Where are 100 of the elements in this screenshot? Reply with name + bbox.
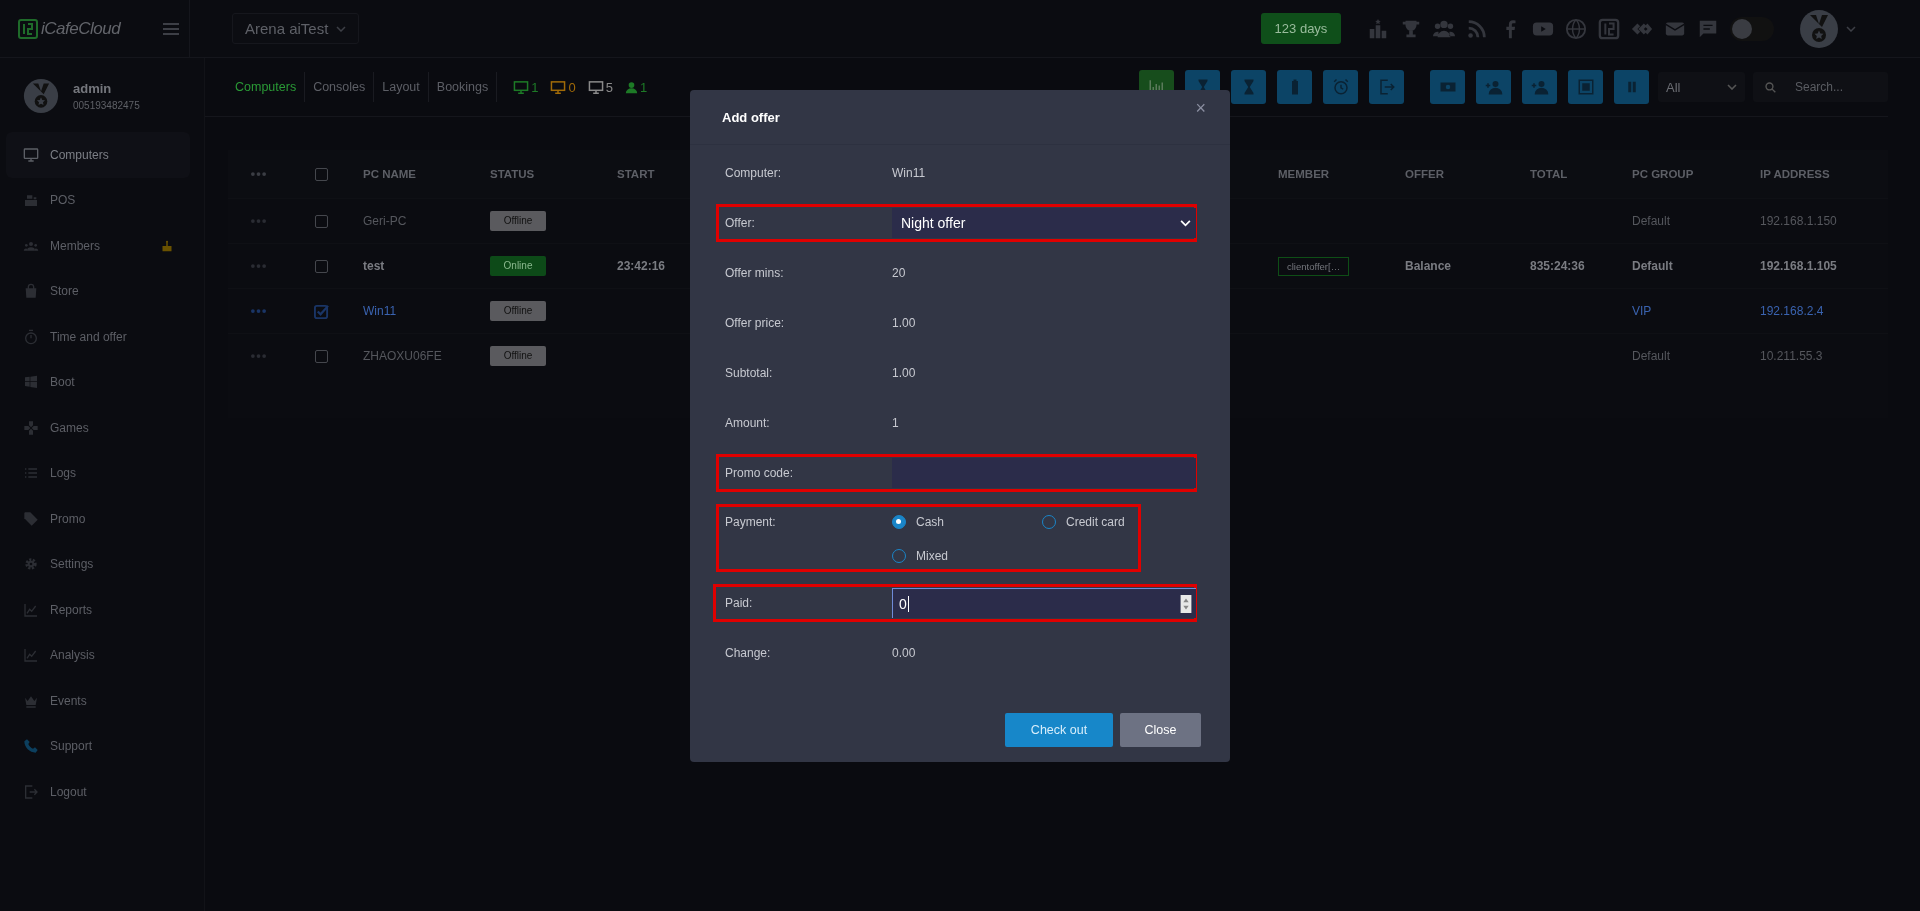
menu-icon[interactable]	[163, 22, 180, 35]
sidebar-item[interactable]: Computers	[6, 132, 190, 178]
sidebar-item[interactable]: Support	[6, 723, 190, 769]
money-icon[interactable]	[1430, 70, 1465, 104]
brand-name: iCafeCloud	[41, 18, 121, 39]
exit-icon[interactable]	[1369, 70, 1404, 104]
sidebar-label: Store	[50, 284, 80, 299]
sidebar-label: Support	[50, 739, 94, 754]
add-user-icon[interactable]	[1522, 70, 1557, 104]
more-icon[interactable]	[250, 354, 266, 358]
sidebar-label: Boot	[50, 375, 76, 390]
sidebar-label: Settings	[50, 557, 95, 572]
avatar-medal-icon[interactable]	[1799, 8, 1839, 49]
more-icon[interactable]	[250, 172, 266, 176]
logo-icon	[18, 18, 38, 39]
shopping-bag-icon	[23, 283, 39, 300]
arena-dropdown[interactable]: Arena aiTest	[232, 13, 360, 44]
status-badge: Offline	[490, 346, 546, 366]
sidebar-label: Logs	[50, 466, 78, 481]
pc-name[interactable]: ZHAOXU06FE	[363, 349, 490, 363]
tab[interactable]: Consoles	[305, 72, 375, 102]
member-tag[interactable]: clientoffer[…	[1278, 256, 1350, 276]
sidebar-item[interactable]: Boot	[6, 359, 190, 405]
alarm-icon[interactable]	[1323, 70, 1358, 104]
sidebar-item[interactable]: Members	[6, 223, 190, 269]
checkbox[interactable]	[315, 259, 328, 273]
sidebar-item[interactable]: Reports	[6, 587, 190, 633]
pc-group: VIP	[1632, 304, 1760, 318]
select-all-checkbox[interactable]	[315, 167, 328, 181]
column-header: START	[617, 168, 656, 180]
status-badge: Offline	[490, 301, 546, 321]
pc-name[interactable]: test	[363, 259, 490, 273]
close-button[interactable]: ×	[1195, 97, 1206, 119]
theme-toggle[interactable]	[1730, 16, 1774, 41]
pc-name[interactable]: Geri-PC	[363, 214, 490, 228]
sidebar-item[interactable]: Analysis	[6, 632, 190, 678]
pc-count: 0	[550, 79, 576, 95]
total-time: 835:24:36	[1530, 259, 1585, 273]
caret-icon[interactable]	[1846, 25, 1856, 32]
caret-icon	[336, 25, 347, 32]
offer-select[interactable]: Night offer	[892, 208, 1196, 238]
spinner-icon[interactable]	[1180, 594, 1192, 613]
payment-radio[interactable]: Credit card	[1042, 515, 1142, 529]
line-chart-icon	[23, 647, 39, 664]
payment-radio[interactable]: Mixed	[892, 549, 1042, 563]
square-logo-icon[interactable]	[1598, 17, 1620, 40]
pc-group: Default	[1632, 214, 1760, 228]
add-user-icon[interactable]	[1476, 70, 1511, 104]
caret-icon	[1727, 84, 1737, 90]
sidebar-item[interactable]: Logs	[6, 450, 190, 496]
more-icon[interactable]	[250, 219, 266, 223]
column-header: IP ADDRESS	[1760, 168, 1831, 180]
rss-icon[interactable]	[1466, 17, 1488, 40]
sidebar-item[interactable]: POS	[6, 177, 190, 223]
promo-code-field[interactable]	[892, 458, 1196, 488]
pause-icon[interactable]	[1614, 70, 1649, 104]
close-button[interactable]: Close	[1120, 713, 1201, 747]
payment-radio[interactable]: Cash	[892, 515, 1042, 529]
checkbox[interactable]	[315, 214, 328, 228]
days-remaining-badge[interactable]: 123 days	[1261, 13, 1341, 44]
leaderboard-icon[interactable]	[1367, 17, 1389, 40]
field-label: Payment:	[725, 515, 777, 529]
tab[interactable]: Layout	[374, 72, 429, 102]
battery-icon[interactable]	[1277, 70, 1312, 104]
field-value: 20	[892, 266, 907, 280]
column-header: TOTAL	[1530, 168, 1569, 180]
line-chart-icon	[23, 601, 39, 618]
sidebar-item[interactable]: Promo	[6, 496, 190, 542]
sidebar-label: Members	[50, 238, 101, 253]
sidebar-item[interactable]: Settings	[6, 541, 190, 587]
more-icon[interactable]	[250, 264, 266, 268]
paid-field[interactable]: 0	[892, 588, 1196, 618]
globe-icon[interactable]	[1565, 17, 1587, 40]
sidebar-label: Computers	[50, 147, 110, 162]
checkbox[interactable]	[315, 349, 328, 363]
tab[interactable]: Bookings	[428, 72, 498, 102]
stopwatch-icon	[23, 328, 39, 345]
sidebar-item[interactable]: Store	[6, 268, 190, 314]
sidebar-item[interactable]: Time and offer	[6, 314, 190, 360]
field-label: Amount:	[725, 416, 771, 430]
tab[interactable]: Computers	[227, 72, 306, 102]
sidebar-label: POS	[50, 193, 77, 208]
pc-name[interactable]: Win11	[363, 304, 490, 318]
sidebar-label: Time and offer	[50, 329, 128, 344]
sidebar-item[interactable]: Events	[6, 678, 190, 724]
field-value: 0.00	[892, 646, 917, 660]
ip-address: 192.168.1.105	[1760, 259, 1838, 273]
screen-icon[interactable]	[1568, 70, 1603, 104]
sidebar-item[interactable]: Logout	[6, 769, 190, 815]
more-icon[interactable]	[250, 309, 266, 313]
search-field[interactable]: Search...	[1753, 72, 1888, 102]
sidebar-item[interactable]: Games	[6, 405, 190, 451]
field-label: Offer price:	[725, 316, 786, 330]
hourglass-icon[interactable]	[1231, 70, 1266, 104]
checkout-button[interactable]: Check out	[1005, 713, 1113, 747]
user-name: admin	[73, 81, 113, 96]
field-label: Offer:	[725, 216, 756, 230]
checkbox[interactable]	[314, 303, 329, 319]
filter-dropdown[interactable]: All	[1658, 72, 1745, 102]
gamepad-icon	[23, 419, 39, 436]
